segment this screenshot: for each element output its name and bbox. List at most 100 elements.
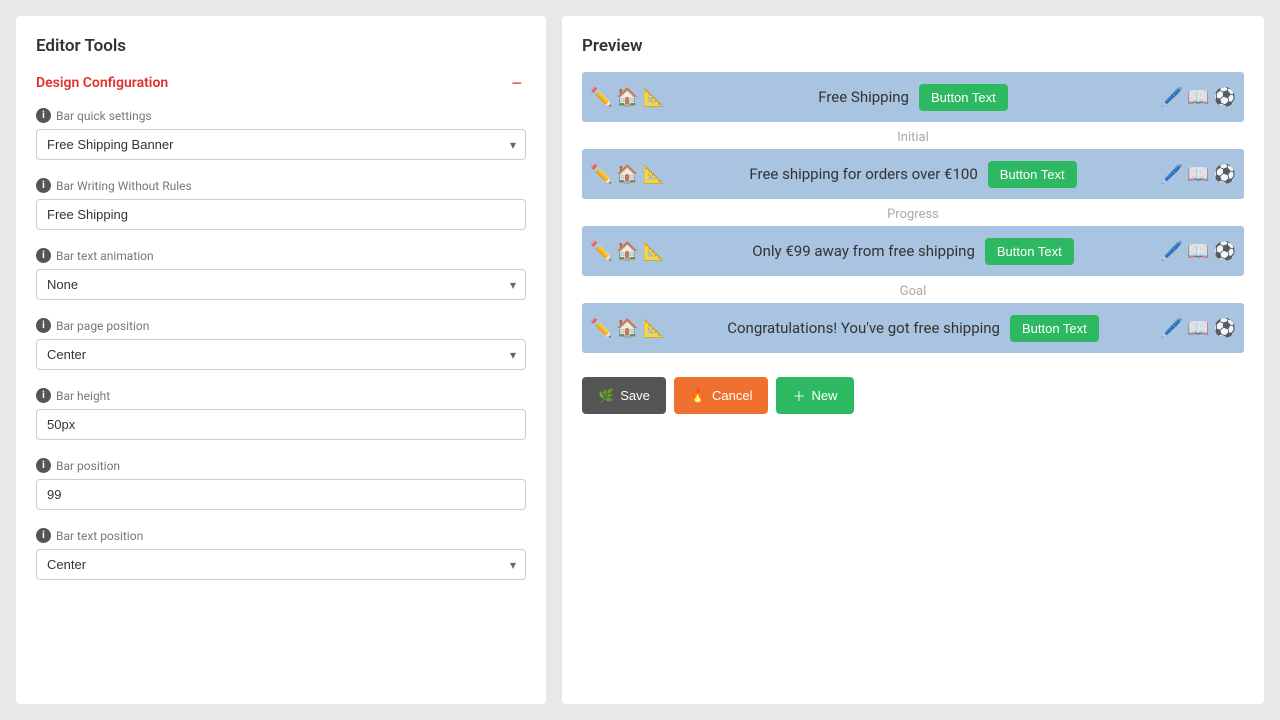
banner-progress-button[interactable]: Button Text	[985, 238, 1074, 265]
right-panel: Preview ✏️ 🏠 📐 Free Shipping Button Text…	[562, 16, 1264, 704]
deco-pencil2-icon: ✏️	[590, 164, 612, 185]
deco-ruler-icon: 📐	[643, 87, 665, 108]
left-panel: Editor Tools Design Configuration − i Ba…	[16, 16, 546, 704]
bar-index-group: i Bar position	[36, 458, 526, 510]
deco-pencil4-icon: ✏️	[590, 318, 612, 339]
banner-type-select[interactable]: Free Shipping Banner Promotion Banner Cu…	[36, 129, 526, 160]
new-plus-icon: ＋	[792, 386, 805, 405]
deco-pencil3-icon: ✏️	[590, 241, 612, 262]
banner-type-select-wrapper: Free Shipping Banner Promotion Banner Cu…	[36, 129, 526, 160]
deco-book3-icon: 📖	[1187, 241, 1209, 262]
save-icon: 🌿	[598, 388, 614, 404]
banner-type-group: i Bar quick settings Free Shipping Banne…	[36, 108, 526, 160]
banner-initial-deco-right: 🖊️ 📖 ⚽	[1144, 149, 1244, 199]
header-animation-group: i Bar text animation None Fade Slide Bou…	[36, 248, 526, 300]
preview-title: Preview	[582, 36, 1244, 56]
collapse-button[interactable]: −	[507, 74, 526, 92]
banner-goal-strip: ✏️ 🏠 📐 Congratulations! You've got free …	[582, 303, 1244, 353]
deco-pen4-icon: 🖊️	[1161, 318, 1183, 339]
bar-type-info-icon[interactable]: i	[36, 318, 51, 333]
header-animation-sublabel: i Bar text animation	[36, 248, 526, 263]
banner-progress-label: Progress	[582, 207, 1244, 222]
banner-progress-deco-right: 🖊️ 📖 ⚽	[1144, 226, 1244, 276]
banner-progress-deco-left: ✏️ 🏠 📐	[582, 226, 682, 276]
deco-ruler2-icon: 📐	[643, 164, 665, 185]
deco-pencil-icon: ✏️	[590, 87, 612, 108]
banner-goal-deco-left: ✏️ 🏠 📐	[582, 303, 682, 353]
deco-pen3-icon: 🖊️	[1161, 241, 1183, 262]
bar-text-sublabel: i Bar Writing Without Rules	[36, 178, 526, 193]
align-info-icon[interactable]: i	[36, 528, 51, 543]
banner-top-deco-left: ✏️ 🏠 📐	[582, 72, 682, 122]
deco-pen-icon: 🖊️	[1161, 87, 1183, 108]
header-animation-info-icon[interactable]: i	[36, 248, 51, 263]
banner-type-sublabel: i Bar quick settings	[36, 108, 526, 123]
banner-progress-section: Progress ✏️ 🏠 📐 Only €99 away from free …	[582, 207, 1244, 276]
banner-initial-label: Initial	[582, 130, 1244, 145]
banner-progress-strip: ✏️ 🏠 📐 Only €99 away from free shipping …	[582, 226, 1244, 276]
action-bar: 🌿 Save 🔥 Cancel ＋ New	[582, 377, 1244, 414]
design-config-title: Design Configuration	[36, 75, 168, 91]
bar-index-info-icon[interactable]: i	[36, 458, 51, 473]
banner-progress-text: Only €99 away from free shipping	[752, 242, 975, 260]
align-sublabel: i Bar text position	[36, 528, 526, 543]
header-animation-select[interactable]: None Fade Slide Bounce	[36, 269, 526, 300]
bar-text-input[interactable]	[36, 199, 526, 230]
height-group: i Bar height	[36, 388, 526, 440]
new-button[interactable]: ＋ New	[776, 377, 853, 414]
editor-tools-title: Editor Tools	[36, 36, 526, 56]
new-label: New	[812, 388, 838, 403]
banner-top-button[interactable]: Button Text	[919, 84, 1008, 111]
bar-index-input[interactable]	[36, 479, 526, 510]
height-input[interactable]	[36, 409, 526, 440]
deco-soccer3-icon: ⚽	[1214, 241, 1236, 262]
deco-house-icon: 🏠	[616, 87, 638, 108]
banner-goal-section: Goal ✏️ 🏠 📐 Congratulations! You've got …	[582, 284, 1244, 353]
banner-top-strip: ✏️ 🏠 📐 Free Shipping Button Text 🖊️ 📖 ⚽	[582, 72, 1244, 122]
deco-house2-icon: 🏠	[616, 164, 638, 185]
banner-goal-text: Congratulations! You've got free shippin…	[727, 319, 1000, 337]
banner-goal-deco-right: 🖊️ 📖 ⚽	[1144, 303, 1244, 353]
align-select[interactable]: Center Left Right	[36, 549, 526, 580]
deco-soccer2-icon: ⚽	[1214, 164, 1236, 185]
save-button[interactable]: 🌿 Save	[582, 377, 666, 414]
bar-text-group: i Bar Writing Without Rules	[36, 178, 526, 230]
cancel-button[interactable]: 🔥 Cancel	[674, 377, 769, 414]
cancel-icon: 🔥	[690, 388, 706, 404]
banner-initial-button[interactable]: Button Text	[988, 161, 1077, 188]
banner-initial-section: Initial ✏️ 🏠 📐 Free shipping for orders …	[582, 130, 1244, 199]
deco-book-icon: 📖	[1187, 87, 1209, 108]
cancel-label: Cancel	[712, 388, 752, 403]
align-group: i Bar text position Center Left Right ▾	[36, 528, 526, 580]
deco-book4-icon: 📖	[1187, 318, 1209, 339]
banner-type-info-icon[interactable]: i	[36, 108, 51, 123]
banner-initial-text: Free shipping for orders over €100	[749, 165, 977, 183]
deco-soccer-icon: ⚽	[1214, 87, 1236, 108]
banner-initial-deco-left: ✏️ 🏠 📐	[582, 149, 682, 199]
banner-initial-strip: ✏️ 🏠 📐 Free shipping for orders over €10…	[582, 149, 1244, 199]
deco-ruler4-icon: 📐	[643, 318, 665, 339]
bar-index-sublabel: i Bar position	[36, 458, 526, 473]
banner-top-deco-right: 🖊️ 📖 ⚽	[1144, 72, 1244, 122]
height-info-icon[interactable]: i	[36, 388, 51, 403]
bar-text-info-icon[interactable]: i	[36, 178, 51, 193]
save-label: Save	[620, 388, 650, 403]
deco-house3-icon: 🏠	[616, 241, 638, 262]
design-config-header: Design Configuration −	[36, 74, 526, 92]
height-sublabel: i Bar height	[36, 388, 526, 403]
banner-goal-label: Goal	[582, 284, 1244, 299]
deco-ruler3-icon: 📐	[643, 241, 665, 262]
deco-pen2-icon: 🖊️	[1161, 164, 1183, 185]
bar-type-group: i Bar page position Center Top Bottom ▾	[36, 318, 526, 370]
bar-type-select-wrapper: Center Top Bottom ▾	[36, 339, 526, 370]
deco-soccer4-icon: ⚽	[1214, 318, 1236, 339]
bar-type-select[interactable]: Center Top Bottom	[36, 339, 526, 370]
banner-top-section: ✏️ 🏠 📐 Free Shipping Button Text 🖊️ 📖 ⚽	[582, 72, 1244, 122]
align-select-wrapper: Center Left Right ▾	[36, 549, 526, 580]
deco-book2-icon: 📖	[1187, 164, 1209, 185]
banner-top-text: Free Shipping	[818, 88, 909, 106]
bar-type-sublabel: i Bar page position	[36, 318, 526, 333]
header-animation-select-wrapper: None Fade Slide Bounce ▾	[36, 269, 526, 300]
deco-house4-icon: 🏠	[616, 318, 638, 339]
banner-goal-button[interactable]: Button Text	[1010, 315, 1099, 342]
